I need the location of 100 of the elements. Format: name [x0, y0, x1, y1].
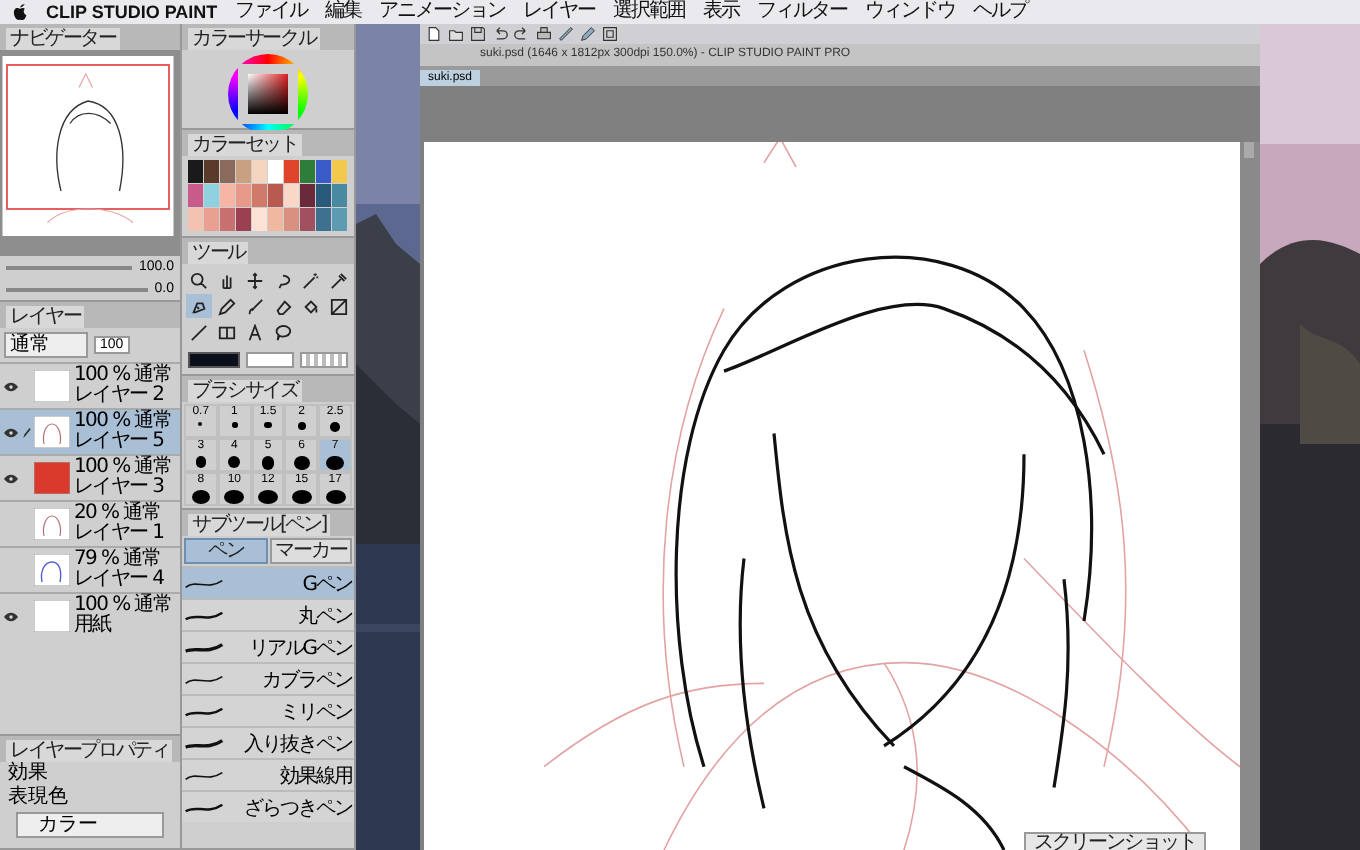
sub-tool-item[interactable]: 入り抜きペン [182, 726, 354, 758]
scroll-thumb[interactable] [1244, 142, 1254, 158]
tool-button[interactable] [326, 294, 352, 318]
tool-button[interactable] [242, 268, 268, 292]
layer-thumbnail [34, 600, 70, 632]
eyedropper-icon [330, 271, 348, 289]
menu-item[interactable]: 表示 [703, 0, 740, 24]
layer-opacity-mode: 100 % 通常 [74, 596, 172, 616]
layer-opacity-mode: 100 % 通常 [74, 366, 172, 386]
brush-stroke-icon [184, 575, 224, 591]
frame-icon [218, 323, 236, 341]
layer-thumbnail [34, 416, 70, 448]
layer-row[interactable]: 20 % 通常 レイヤー 1 [0, 500, 180, 546]
sub-tool-item[interactable]: リアルGペン [182, 630, 354, 662]
menu-item[interactable]: 編集 [325, 0, 362, 24]
brush-stroke-icon [184, 735, 224, 751]
layer-name: レイヤー 2 [74, 386, 166, 406]
sub-tool-item[interactable]: ミリペン [182, 694, 354, 726]
panel-tab[interactable]: ナビゲーター [6, 28, 120, 50]
effect-label: 効果 [6, 762, 50, 785]
line-icon [190, 323, 208, 341]
menu-item[interactable]: ウィンドウ [865, 0, 956, 24]
expression-color-label: 表現色 [6, 786, 70, 810]
transparent-color-swatch[interactable] [300, 352, 348, 368]
tool-button[interactable] [270, 320, 296, 344]
tool-button[interactable] [186, 294, 212, 318]
layer-row[interactable]: 100 % 通常 レイヤー 5 [0, 408, 180, 454]
printer-icon[interactable] [536, 26, 552, 42]
layer-thumbnail [34, 554, 70, 586]
expression-color-select[interactable]: カラー [16, 812, 164, 838]
sub-tool-item[interactable]: カブラペン [182, 662, 354, 694]
magnifier-icon [190, 271, 208, 289]
panel-tab[interactable]: ブラシサイズ [188, 380, 302, 402]
sub-tool-item[interactable]: ざらつきペン [182, 790, 354, 822]
tool-button[interactable] [214, 294, 240, 318]
speech-balloon-icon [274, 323, 292, 341]
menu-item[interactable]: レイヤー [523, 0, 596, 24]
tool-button[interactable] [186, 268, 212, 292]
sub-tool-group-tab[interactable]: マーカー [269, 538, 352, 564]
layer-name: レイヤー 5 [74, 432, 166, 452]
tool-button[interactable] [298, 268, 324, 292]
layer-thumbnail [34, 370, 70, 402]
eye-icon[interactable] [3, 473, 17, 483]
pen-nib-icon [190, 297, 208, 315]
app-name-menu[interactable]: CLIP STUDIO PAINT [46, 0, 218, 24]
color-swatch-grid-drawing[interactable] [188, 160, 348, 232]
apple-logo-icon[interactable] [12, 2, 28, 22]
layer-opacity-mode: 79 % 通常 [74, 550, 160, 570]
eye-icon[interactable] [3, 611, 17, 621]
layer-row[interactable]: 79 % 通常 レイヤー 4 [0, 546, 180, 592]
layer-thumbnail [34, 508, 70, 540]
panel-tab[interactable]: レイヤープロパティ [6, 740, 173, 762]
wand-icon [302, 271, 320, 289]
tool-button[interactable] [186, 320, 212, 344]
redo-icon[interactable] [514, 26, 530, 42]
pencil-icon [218, 297, 236, 315]
menu-item[interactable]: フィルター [757, 0, 848, 24]
sub-tool-item[interactable]: Gペン [182, 566, 354, 598]
main-color-swatch[interactable] [188, 352, 240, 368]
sub-color-swatch[interactable] [246, 352, 294, 368]
undo-icon[interactable] [492, 26, 508, 42]
transform-icon[interactable] [602, 26, 618, 42]
panel-tab[interactable]: サブツール[ペン] [188, 514, 331, 536]
layer-name: レイヤー 4 [74, 570, 164, 590]
brush-stroke-icon [184, 767, 224, 783]
eye-icon[interactable] [3, 427, 17, 437]
layer-row[interactable]: 100 % 通常 用紙 [0, 592, 180, 638]
menu-item[interactable]: アニメーション [379, 0, 506, 24]
layer-opacity-mode: 100 % 通常 [74, 412, 172, 432]
layer-name: レイヤー 1 [74, 524, 164, 544]
panel-tab[interactable]: カラーサークル [188, 28, 320, 50]
panel-tab[interactable]: カラーセット [188, 134, 302, 156]
blend-mode-select[interactable]: 通常 [4, 332, 88, 358]
sub-tool-item[interactable]: 丸ペン [182, 598, 354, 630]
menu-item[interactable]: 選択範囲 [613, 0, 686, 24]
color-wheel[interactable] [228, 54, 308, 134]
brush-stroke-icon [184, 639, 224, 655]
vertical-scrollbar[interactable] [1240, 142, 1260, 850]
menu-item[interactable]: ファイル [235, 0, 308, 24]
brush-stroke-icon [184, 607, 224, 623]
panel-tab[interactable]: レイヤー [6, 306, 85, 328]
save-icon[interactable] [470, 26, 486, 42]
eraser-icon [274, 297, 292, 315]
lasso-icon [274, 271, 292, 289]
layer-opacity-mode: 20 % 通常 [74, 504, 160, 524]
layer-name: 用紙 [74, 616, 114, 636]
hand-icon [218, 271, 236, 289]
sub-tool-item[interactable]: 効果線用 [182, 758, 354, 790]
brush-stroke-icon [184, 799, 224, 815]
sub-tool-group-tab[interactable]: ペン [184, 538, 267, 564]
layer-row[interactable]: 100 % 通常 レイヤー 2 [0, 362, 180, 408]
letter-icon [246, 323, 264, 341]
panel-tab[interactable]: ツール [188, 242, 249, 264]
brush-stroke-icon [184, 671, 224, 687]
eye-icon[interactable] [3, 381, 17, 391]
layer-row[interactable]: 100 % 通常 レイヤー 3 [0, 454, 180, 500]
layer-name: レイヤー 3 [74, 478, 166, 498]
gradient-icon [330, 297, 348, 315]
tool-button[interactable] [326, 268, 352, 292]
bucket-icon [302, 297, 320, 315]
